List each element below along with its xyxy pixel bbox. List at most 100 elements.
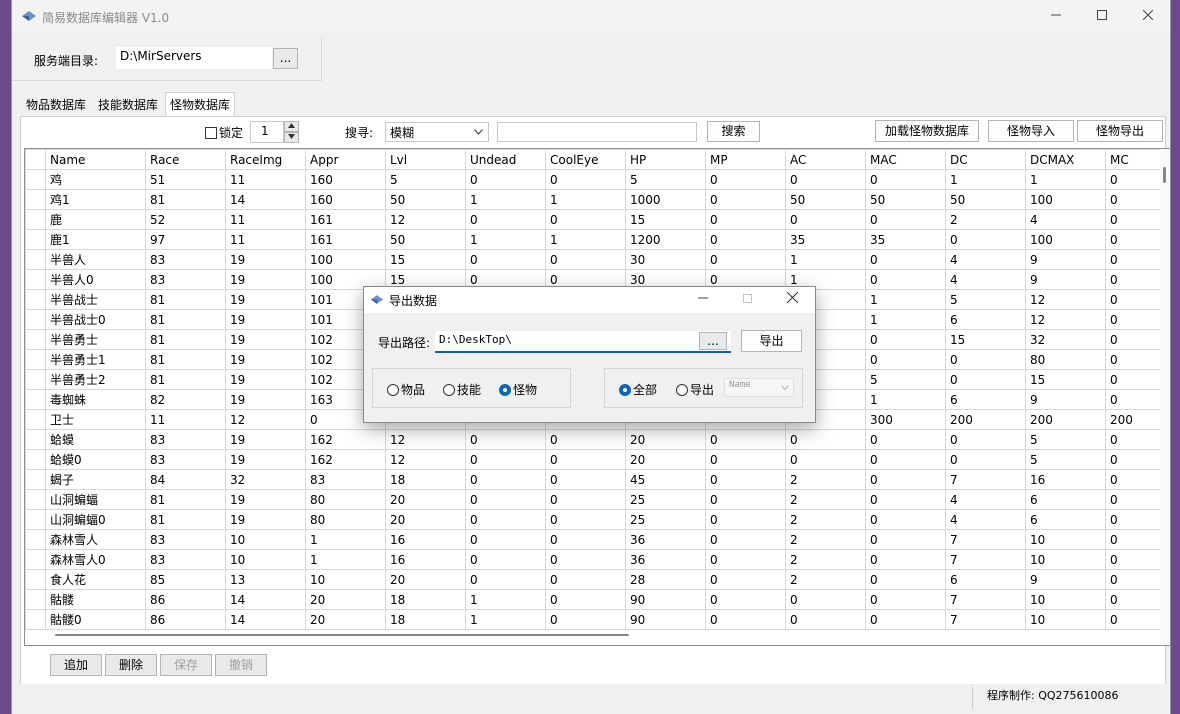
table-cell[interactable]: 0 [705, 249, 786, 270]
table-cell[interactable]: 1 [465, 609, 546, 630]
server-browse-button[interactable]: ... [273, 48, 298, 69]
table-cell[interactable]: 2 [945, 209, 1026, 230]
table-cell[interactable]: 14 [225, 189, 306, 210]
table-cell[interactable]: 19 [225, 489, 306, 510]
table-cell[interactable]: 1 [1025, 169, 1106, 190]
table-cell[interactable]: 19 [225, 309, 306, 330]
table-cell[interactable]: 14 [225, 589, 306, 610]
table-cell[interactable]: 161 [305, 209, 386, 230]
row-header[interactable] [25, 409, 46, 430]
table-cell[interactable]: 半兽勇士2 [45, 369, 146, 390]
table-cell[interactable]: 7 [945, 589, 1026, 610]
table-cell[interactable]: 7 [945, 609, 1026, 630]
table-cell[interactable]: 0 [785, 589, 866, 610]
table-cell[interactable]: 蝎子 [45, 469, 146, 490]
search-button[interactable]: 搜索 [707, 121, 760, 142]
table-cell[interactable]: 10 [225, 529, 306, 550]
dialog-maximize-button[interactable] [724, 287, 770, 313]
row-header[interactable] [25, 169, 46, 190]
radio-type-items-dot[interactable] [387, 384, 399, 396]
table-cell[interactable]: 18 [385, 589, 466, 610]
table-cell[interactable]: 0 [785, 169, 866, 190]
table-cell[interactable]: 2 [785, 549, 866, 570]
table-cell[interactable]: 16 [1025, 469, 1106, 490]
table-cell[interactable]: 4 [945, 249, 1026, 270]
undo-button[interactable]: 撤销 [215, 654, 267, 676]
table-cell[interactable]: 半兽战士0 [45, 309, 146, 330]
table-cell[interactable]: 食人花 [45, 569, 146, 590]
table-cell[interactable]: 0 [865, 449, 946, 470]
table-cell[interactable]: 82 [145, 389, 226, 410]
table-cell[interactable]: 0 [1105, 369, 1162, 390]
table-cell[interactable]: 0 [465, 569, 546, 590]
table-cell[interactable]: 半兽勇士1 [45, 349, 146, 370]
table-cell[interactable]: 9 [1025, 249, 1106, 270]
table-cell[interactable]: 15 [945, 329, 1026, 350]
lock-count-input[interactable]: 1 [250, 121, 284, 143]
column-header[interactable]: AC [785, 149, 866, 170]
table-cell[interactable]: 25 [625, 489, 706, 510]
table-cell[interactable]: 20 [625, 449, 706, 470]
table-cell[interactable]: 0 [465, 549, 546, 570]
table-cell[interactable]: 10 [225, 549, 306, 570]
row-header[interactable] [25, 589, 46, 610]
table-cell[interactable]: 0 [1105, 509, 1162, 530]
table-cell[interactable]: 0 [945, 349, 1026, 370]
table-cell[interactable]: 11 [225, 209, 306, 230]
table-cell[interactable]: 83 [145, 449, 226, 470]
table-cell[interactable]: 0 [1105, 289, 1162, 310]
table-row[interactable]: 蛤蟆 83 19 162 12 0 0 20 0 0 0 0 5 0 [25, 429, 1162, 450]
table-cell[interactable]: 5 [865, 369, 946, 390]
table-cell[interactable]: 0 [1105, 469, 1162, 490]
table-cell[interactable]: 卫士 [45, 409, 146, 430]
table-cell[interactable]: 0 [865, 429, 946, 450]
table-cell[interactable]: 0 [1105, 589, 1162, 610]
table-cell[interactable]: 15 [385, 249, 466, 270]
table-cell[interactable]: 0 [865, 569, 946, 590]
column-header[interactable]: MC [1105, 149, 1162, 170]
table-cell[interactable]: 半兽人 [45, 249, 146, 270]
table-cell[interactable]: 0 [705, 529, 786, 550]
table-cell[interactable]: 90 [625, 609, 706, 630]
table-cell[interactable]: 12 [385, 429, 466, 450]
table-cell[interactable]: 0 [1105, 609, 1162, 630]
table-cell[interactable]: 1 [865, 389, 946, 410]
table-cell[interactable]: 0 [545, 429, 626, 450]
table-cell[interactable]: 1 [865, 309, 946, 330]
row-header[interactable] [25, 549, 46, 570]
table-cell[interactable]: 0 [705, 469, 786, 490]
table-cell[interactable]: 16 [385, 549, 466, 570]
table-cell[interactable]: 83 [145, 249, 226, 270]
table-cell[interactable]: 1 [465, 229, 546, 250]
table-cell[interactable]: 骷髅0 [45, 609, 146, 630]
table-cell[interactable]: 81 [145, 349, 226, 370]
radio-type-skills[interactable]: 技能 [443, 381, 481, 398]
table-cell[interactable]: 162 [305, 429, 386, 450]
table-cell[interactable]: 0 [465, 169, 546, 190]
table-cell[interactable]: 50 [385, 189, 466, 210]
table-cell[interactable]: 6 [945, 309, 1026, 330]
table-row[interactable]: 山洞蝙蝠0 81 19 80 20 0 0 25 0 2 0 4 6 0 [25, 509, 1162, 530]
row-header[interactable] [25, 249, 46, 270]
table-cell[interactable]: 160 [305, 189, 386, 210]
table-cell[interactable]: 12 [385, 449, 466, 470]
table-cell[interactable]: 5 [385, 169, 466, 190]
table-cell[interactable]: 0 [865, 589, 946, 610]
column-header[interactable]: RaceImg [225, 149, 306, 170]
table-cell[interactable]: 毒蜘蛛 [45, 389, 146, 410]
table-cell[interactable]: 鹿 [45, 209, 146, 230]
table-cell[interactable]: 半兽人0 [45, 269, 146, 290]
table-cell[interactable]: 0 [1105, 169, 1162, 190]
table-cell[interactable]: 0 [1105, 529, 1162, 550]
table-cell[interactable]: 0 [545, 609, 626, 630]
table-cell[interactable]: 蛤蟆0 [45, 449, 146, 470]
row-header[interactable] [25, 529, 46, 550]
table-cell[interactable]: 19 [225, 449, 306, 470]
table-cell[interactable]: 0 [1105, 549, 1162, 570]
table-cell[interactable]: 0 [785, 449, 866, 470]
table-row[interactable]: 蝎子 84 32 83 18 0 0 45 0 2 0 7 16 0 [25, 469, 1162, 490]
table-cell[interactable]: 0 [1105, 229, 1162, 250]
table-cell[interactable]: 35 [865, 229, 946, 250]
save-button[interactable]: 保存 [160, 654, 212, 676]
export-field-select[interactable]: Name [724, 378, 794, 397]
